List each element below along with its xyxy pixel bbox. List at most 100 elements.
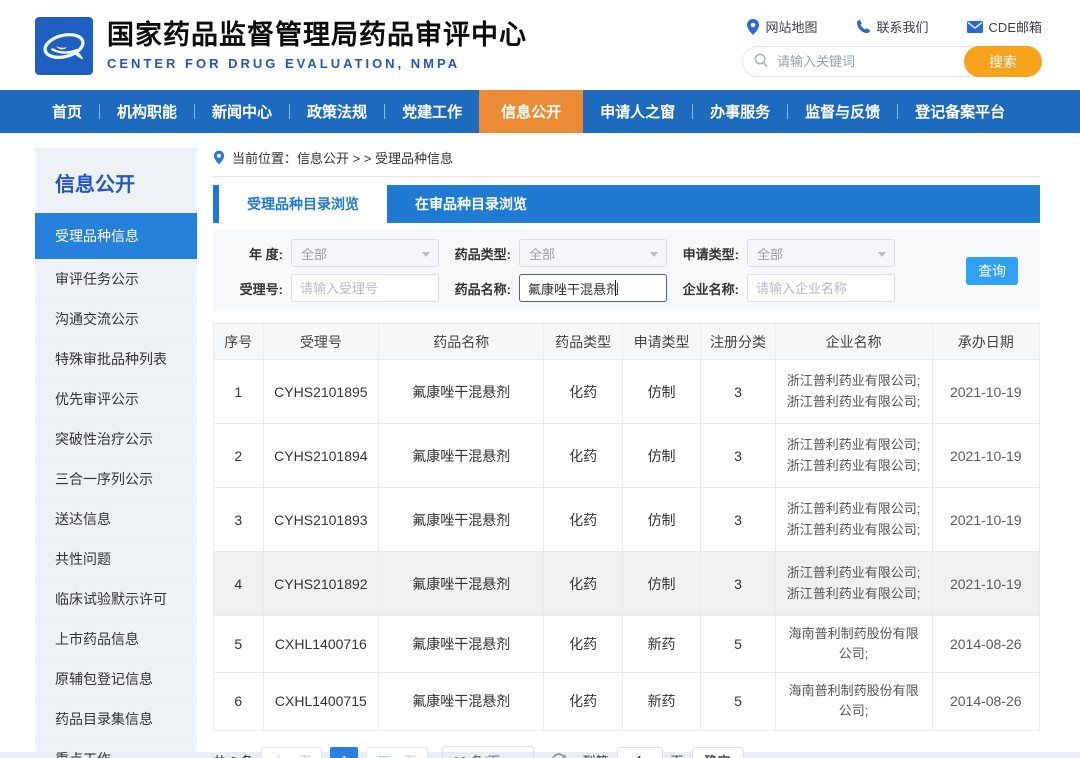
cell-index: 5 xyxy=(213,614,264,674)
tab-accepted-catalog[interactable]: 受理品种目录浏览 xyxy=(219,185,387,223)
goto-page-input[interactable] xyxy=(616,746,663,758)
query-button[interactable]: 查询 xyxy=(966,256,1018,285)
sidebar-item-communication[interactable]: 沟通交流公示 xyxy=(35,299,197,339)
table-row[interactable]: 6 CXHL1400715 氟康唑干混悬剂 化药 新药 5 海南普利制药股份有限… xyxy=(213,672,1041,731)
main-nav: 首页 机构职能 新闻中心 政策法规 党建工作 信息公开 申请人之窗 办事服务 监… xyxy=(0,90,1080,133)
sidebar-item-accepted-varieties[interactable]: 受理品种信息 xyxy=(35,213,197,259)
drug-type-label: 药品类型: xyxy=(454,246,511,262)
cell-company: 海南普利制药股份有限公司; xyxy=(774,614,933,674)
cell-drug-type: 化药 xyxy=(543,423,623,488)
cell-index: 2 xyxy=(213,423,264,488)
cell-acceptance-no: CXHL1400716 xyxy=(262,614,380,674)
sidebar-item-clinical-trial-license[interactable]: 临床试验默示许可 xyxy=(35,579,197,619)
page-size-select[interactable]: 10 条/页 xyxy=(441,745,534,758)
cde-mail-link[interactable]: CDE邮箱 xyxy=(966,17,1042,36)
cell-company: 海南普利制药股份有限公司; xyxy=(774,672,933,731)
filter-acceptance-no: 受理号: xyxy=(217,274,445,302)
table-row[interactable]: 1 CYHS2101895 氟康唑干混悬剂 化药 仿制 3 浙江普利药业有限公司… xyxy=(213,359,1041,424)
sidebar-item-common-issues[interactable]: 共性问题 xyxy=(35,539,197,579)
drug-name-input[interactable] xyxy=(519,274,667,302)
cell-company: 浙江普利药业有限公司;浙江普利药业有限公司; xyxy=(774,359,933,424)
sidebar-item-three-in-one[interactable]: 三合一序列公示 xyxy=(35,459,197,499)
cell-reg-class: 3 xyxy=(700,551,776,616)
location-pin-icon xyxy=(213,150,225,165)
goto-suffix: 页 xyxy=(671,751,684,758)
nav-item-party[interactable]: 党建工作 xyxy=(385,90,479,133)
cell-company: 浙江普利药业有限公司;浙江普利药业有限公司; xyxy=(774,487,933,552)
filter-year: 年 度: 全部 xyxy=(217,239,445,267)
mail-icon xyxy=(966,20,983,33)
total-count: 共 6 条 xyxy=(213,751,253,758)
drug-type-select-value: 全部 xyxy=(529,246,556,262)
nav-item-policy[interactable]: 政策法规 xyxy=(290,90,384,133)
col-acceptance-no: 受理号 xyxy=(262,323,380,360)
header-links: 网站地图 联系我们 CDE邮箱 xyxy=(746,17,1042,36)
table-row-highlighted[interactable]: 4 CYHS2101892 氟康唑干混悬剂 化药 仿制 3 浙江普利药业有限公司… xyxy=(213,551,1041,616)
sidebar-item-review-tasks[interactable]: 审评任务公示 xyxy=(35,259,197,299)
goto-prefix: 到第 xyxy=(583,751,609,758)
tabbar: 受理品种目录浏览 在审品种目录浏览 xyxy=(213,185,1040,223)
nav-item-supervision[interactable]: 监督与反馈 xyxy=(788,90,897,133)
page-number-1[interactable]: 1 xyxy=(330,746,359,758)
acceptance-no-input[interactable] xyxy=(291,274,439,302)
sitemap-link[interactable]: 网站地图 xyxy=(746,17,818,36)
breadcrumb-text: 当前位置：信息公开 > > 受理品种信息 xyxy=(232,151,454,166)
site-title: 国家药品监督管理局药品审评中心 xyxy=(107,20,527,51)
prev-page-button[interactable]: 上一页 xyxy=(261,746,323,758)
company-input[interactable] xyxy=(747,274,895,302)
chevron-down-icon xyxy=(650,252,658,257)
drug-name-label: 药品名称: xyxy=(454,281,511,297)
cell-drug-type: 化药 xyxy=(543,614,623,674)
drug-type-select[interactable]: 全部 xyxy=(519,239,667,267)
cell-date: 2014-08-26 xyxy=(931,672,1041,731)
cell-date: 2021-10-19 xyxy=(931,423,1041,488)
chevron-down-icon xyxy=(422,252,430,257)
col-index: 序号 xyxy=(213,323,264,360)
cde-mail-label: CDE邮箱 xyxy=(988,20,1042,35)
cell-date: 2014-08-26 xyxy=(931,614,1041,674)
tab-under-review-catalog[interactable]: 在审品种目录浏览 xyxy=(387,185,555,223)
cell-company: 浙江普利药业有限公司;浙江普利药业有限公司; xyxy=(774,423,933,488)
table-row[interactable]: 5 CXHL1400716 氟康唑干混悬剂 化药 新药 5 海南普利制药股份有限… xyxy=(213,614,1041,674)
site-search-button[interactable]: 搜索 xyxy=(964,46,1042,77)
sidebar-item-priority-review[interactable]: 优先审评公示 xyxy=(35,379,197,419)
sidebar-item-key-work[interactable]: 重点工作 xyxy=(35,739,197,758)
filter-company: 企业名称: xyxy=(673,274,901,302)
goto-confirm-button[interactable]: 确定 xyxy=(691,746,744,758)
nav-item-news[interactable]: 新闻中心 xyxy=(195,90,289,133)
nav-item-services[interactable]: 办事服务 xyxy=(693,90,787,133)
next-page-button[interactable]: 下一页 xyxy=(366,746,428,758)
filter-apply-type: 申请类型: 全部 xyxy=(673,239,901,267)
table-row[interactable]: 2 CYHS2101894 氟康唑干混悬剂 化药 仿制 3 浙江普利药业有限公司… xyxy=(213,423,1041,488)
nav-item-registration-platform[interactable]: 登记备案平台 xyxy=(898,90,1022,133)
sidebar-item-breakthrough-therapy[interactable]: 突破性治疗公示 xyxy=(35,419,197,459)
nav-item-applicant[interactable]: 申请人之窗 xyxy=(583,90,692,133)
top-header: 国家药品监督管理局药品审评中心 CENTER FOR DRUG EVALUATI… xyxy=(0,0,1080,90)
cell-drug-name: 氟康唑干混悬剂 xyxy=(378,672,545,731)
company-label: 企业名称: xyxy=(682,281,739,297)
cell-reg-class: 3 xyxy=(700,487,776,552)
pagination: 共 6 条 上一页 1 下一页 10 条/页 到第 页 确定 xyxy=(213,745,1040,758)
filter-drug-name: 药品名称: xyxy=(445,274,673,302)
sitemap-label: 网站地图 xyxy=(765,20,818,35)
col-drug-name: 药品名称 xyxy=(378,323,545,360)
nav-item-home[interactable]: 首页 xyxy=(35,90,99,133)
col-drug-type: 药品类型 xyxy=(543,323,623,360)
col-reg-class: 注册分类 xyxy=(700,323,776,360)
apply-type-select[interactable]: 全部 xyxy=(747,239,895,267)
site-subtitle: CENTER FOR DRUG EVALUATION, NMPA xyxy=(107,55,461,71)
sidebar-item-excipients-registration[interactable]: 原辅包登记信息 xyxy=(35,659,197,699)
sidebar-item-special-approval[interactable]: 特殊审批品种列表 xyxy=(35,339,197,379)
sidebar-item-delivery-info[interactable]: 送达信息 xyxy=(35,499,197,539)
year-select[interactable]: 全部 xyxy=(291,239,439,267)
sidebar-item-marketed-drugs[interactable]: 上市药品信息 xyxy=(35,619,197,659)
nav-item-functions[interactable]: 机构职能 xyxy=(100,90,194,133)
nav-item-info-disclosure[interactable]: 信息公开 xyxy=(479,90,584,133)
table-row[interactable]: 3 CYHS2101893 氟康唑干混悬剂 化药 仿制 3 浙江普利药业有限公司… xyxy=(213,487,1041,552)
cell-drug-type: 化药 xyxy=(543,487,623,552)
search-icon xyxy=(754,53,769,73)
sidebar-item-drug-catalog[interactable]: 药品目录集信息 xyxy=(35,699,197,739)
cell-apply-type: 仿制 xyxy=(621,487,702,552)
refresh-icon[interactable] xyxy=(550,752,567,758)
contact-link[interactable]: 联系我们 xyxy=(856,17,929,36)
